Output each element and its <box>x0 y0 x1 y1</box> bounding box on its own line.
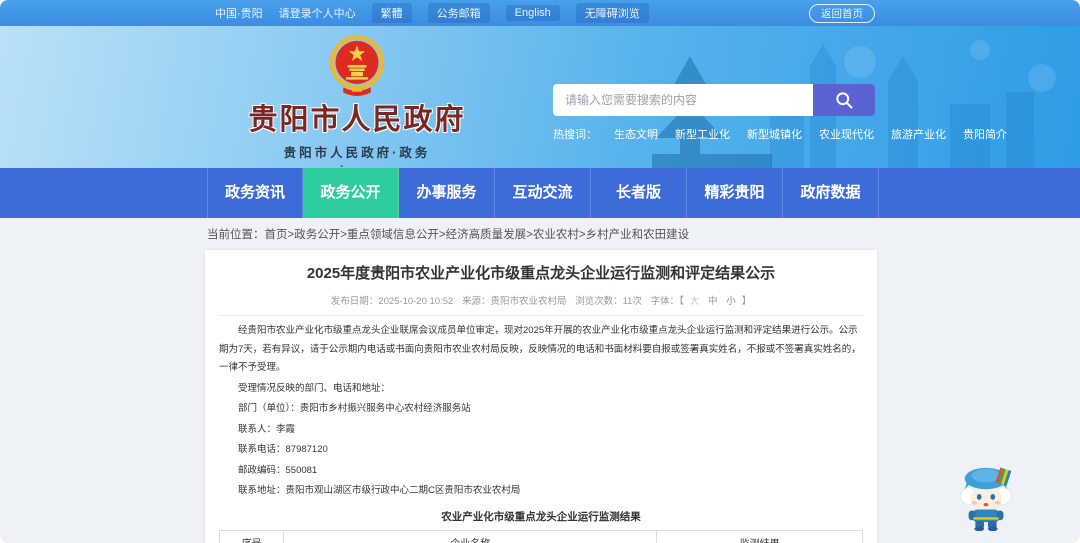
main-navbar: 政务资讯 政务公开 办事服务 互动交流 长者版 精彩贵阳 政府数据 <box>0 168 1080 218</box>
topbar-links: 中国·贵阳 请登录个人中心 繁體 公务邮箱 English 无障碍浏览 <box>215 3 649 23</box>
font-size-label-end: 】 <box>741 296 752 307</box>
search-icon <box>836 92 853 109</box>
breadcrumb: 当前位置：首页>政务公开>重点领域信息公开>经济高质量发展>农业农村>乡村产业和… <box>207 226 689 242</box>
article-source: 来源：贵阳市农业农村局 <box>461 296 567 307</box>
nav-tab-banshi-fuwu[interactable]: 办事服务 <box>399 168 495 218</box>
col-header-result: 监测结果 <box>656 529 863 543</box>
paragraph: 部门（单位）：贵阳市乡村振兴服务中心农村经济服务站 <box>238 403 471 414</box>
hot-search-row: 热搜词： 生态文明 新型工业化 新型城镇化 农业现代化 旅游产业化 贵阳简介 <box>553 126 1007 142</box>
guiyang-gov-page: 中国·贵阳 请登录个人中心 繁體 公务邮箱 English 无障碍浏览 返回首页 <box>0 0 1080 543</box>
hot-search-item[interactable]: 新型工业化 <box>675 126 730 142</box>
article-title: 2025年度贵阳市农业产业化市级重点龙头企业运行监测和评定结果公示 <box>306 265 776 282</box>
col-header-company: 企业名称 <box>283 529 658 543</box>
assistant-mascot[interactable] <box>955 459 1017 531</box>
article-card: 2025年度贵阳市农业产业化市级重点龙头企业运行监测和评定结果公示 发布日期：2… <box>205 250 877 543</box>
monitoring-result-table: 序号 企业名称 监测结果 1 贵州合力超市采购有限公司 合格 2 贵州友禾种业有… <box>218 529 863 543</box>
hot-search-item[interactable]: 旅游产业化 <box>891 126 946 142</box>
site-subtitle: 贵阳市人民政府·政务 <box>283 146 431 160</box>
traditional-chinese-link[interactable]: 繁體 <box>371 3 412 23</box>
hot-search-item[interactable]: 生态文明 <box>614 126 658 142</box>
nav-tab-zhengfu-shuju[interactable]: 政府数据 <box>783 168 879 218</box>
paragraph: 受理情况反映的部门、电话和地址： <box>238 382 391 394</box>
breadcrumb-path[interactable]: 首页>政务公开>重点领域信息公开>经济高质量发展>农业农村>乡村产业和农田建设 <box>265 229 690 241</box>
site-logo-block[interactable]: 贵阳市人民政府 贵阳市人民政府·政务 www.guiyang.gov.cn <box>249 34 464 178</box>
breadcrumb-label: 当前位置： <box>207 229 265 241</box>
hot-search-item[interactable]: 贵阳简介 <box>963 126 1007 142</box>
publish-date: 发布日期：2025-10-20 10:52 <box>330 296 454 307</box>
nav-tab-zhengwu-zixun[interactable]: 政务资讯 <box>207 168 303 218</box>
paragraph: 联系电话：87987120 <box>238 444 328 455</box>
login-personal-center-link[interactable]: 请登录个人中心 <box>279 5 356 21</box>
nav-tab-zhengwu-gongkai[interactable]: 政务公开 <box>303 168 399 218</box>
nav-tab-jingcai-guiyang[interactable]: 精彩贵阳 <box>687 168 783 218</box>
official-mailbox-link[interactable]: 公务邮箱 <box>427 3 490 23</box>
english-link[interactable]: English <box>505 5 560 21</box>
hot-search-item[interactable]: 新型城镇化 <box>747 126 802 142</box>
paragraph: 联系人：李霞 <box>238 423 296 435</box>
table-header-row: 序号 企业名称 监测结果 <box>218 529 863 543</box>
nav-tab-zhangzheban[interactable]: 长者版 <box>591 168 687 218</box>
col-header-index: 序号 <box>218 529 285 543</box>
article-meta: 发布日期：2025-10-20 10:52 来源：贵阳市农业农村局 浏览次数：1… <box>219 293 863 316</box>
site-title: 贵阳市人民政府 <box>248 104 466 136</box>
font-size-large-button[interactable]: 大 <box>690 296 700 307</box>
font-size-small-button[interactable]: 小 <box>726 296 736 307</box>
search-input[interactable] <box>553 84 813 116</box>
paragraph: 经贵阳市农业产业化市级重点龙头企业联席会议成员单位审定，现对2025年开展的农业… <box>219 325 861 373</box>
search-block: 热搜词： 生态文明 新型工业化 新型城镇化 农业现代化 旅游产业化 贵阳简介 <box>553 84 1007 142</box>
paragraph: 联系地址：贵阳市观山湖区市级行政中心二期C区贵阳市农业农村局 <box>238 485 521 496</box>
site-header-banner: 贵阳市人民政府 贵阳市人民政府·政务 www.guiyang.gov.cn 热搜… <box>0 26 1080 178</box>
paragraph: 邮政编码：550081 <box>238 464 318 476</box>
view-count: 浏览次数：11次 <box>575 296 642 307</box>
article-body: 经贵阳市农业产业化市级重点龙头企业联席会议成员单位审定，现对2025年开展的农业… <box>219 322 863 501</box>
link-china-guiyang[interactable]: 中国·贵阳 <box>215 5 263 21</box>
national-emblem-icon <box>329 35 385 96</box>
accessibility-link[interactable]: 无障碍浏览 <box>575 3 649 23</box>
table-caption: 农业产业化市级重点龙头企业运行监测结果 <box>441 510 641 523</box>
nav-tab-hudong-jiaoliu[interactable]: 互动交流 <box>495 168 591 218</box>
font-size-medium-button[interactable]: 中 <box>708 296 718 307</box>
hot-search-label: 热搜词： <box>553 129 597 141</box>
hot-search-item[interactable]: 农业现代化 <box>819 126 874 142</box>
top-utility-bar: 中国·贵阳 请登录个人中心 繁體 公务邮箱 English 无障碍浏览 返回首页 <box>0 0 1080 26</box>
font-size-label: 字体：【 <box>650 296 684 307</box>
search-button[interactable] <box>813 84 875 116</box>
return-home-button[interactable]: 返回首页 <box>809 3 875 23</box>
